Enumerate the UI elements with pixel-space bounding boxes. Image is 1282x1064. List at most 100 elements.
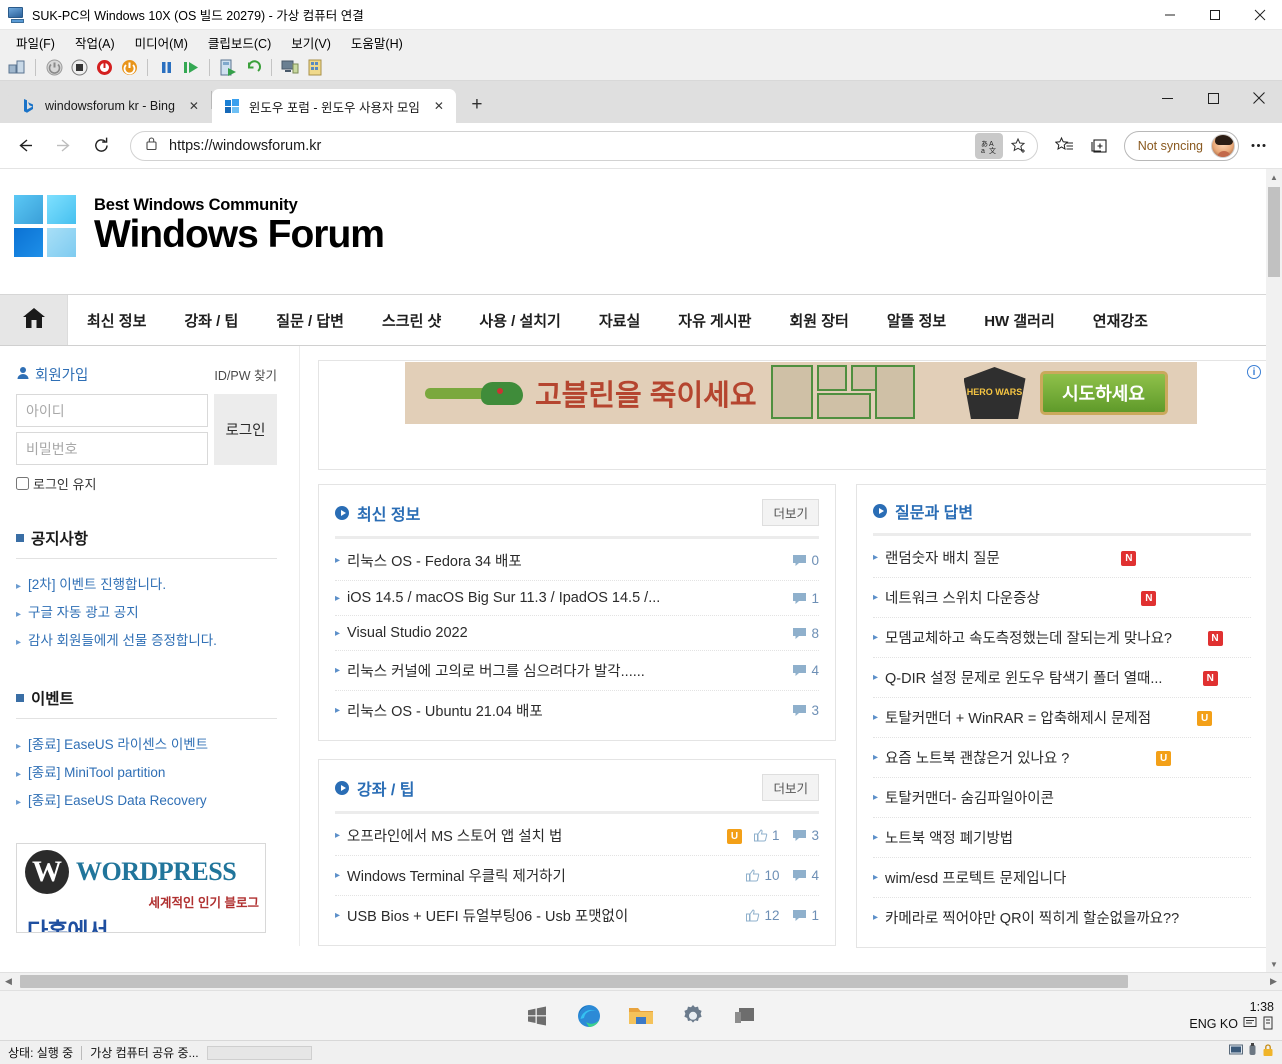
profile-button[interactable]: Not syncing: [1123, 130, 1239, 161]
nav-item-qna[interactable]: 질문 / 답변: [257, 295, 363, 345]
list-item[interactable]: ▸ [종료] MiniTool partition: [16, 757, 277, 785]
vertical-scroll-thumb[interactable]: [1268, 187, 1280, 277]
nav-item-market[interactable]: 회원 장터: [770, 295, 867, 345]
ad-info-icon[interactable]: i: [1247, 365, 1261, 379]
vm-menu-action[interactable]: 작업(A): [65, 31, 125, 54]
vm-menu-help[interactable]: 도움말(H): [341, 31, 413, 54]
settings-icon[interactable]: [678, 1001, 708, 1031]
translate-icon[interactable]: あAa文: [974, 132, 1003, 159]
shutdown-icon[interactable]: [68, 57, 90, 78]
page-vertical-scrollbar[interactable]: ▲ ▼: [1266, 169, 1282, 972]
signup-link[interactable]: 회원가입: [16, 364, 88, 385]
table-row[interactable]: ▸ 토탈커맨더- 숨김파일아이콘: [873, 778, 1251, 818]
horizontal-scroll-thumb[interactable]: [20, 975, 1128, 988]
table-row[interactable]: ▸ 모뎀교체하고 속도측정했는데 잘되는게 맞나요? N: [873, 618, 1251, 658]
collections-icon[interactable]: [1084, 130, 1116, 162]
scroll-down-icon[interactable]: ▼: [1266, 956, 1282, 972]
keyboard-icon[interactable]: [1262, 1016, 1274, 1033]
pause-icon[interactable]: [155, 57, 177, 78]
find-idpw-link[interactable]: ID/PW 찾기: [214, 365, 277, 384]
refresh-button[interactable]: [84, 129, 118, 163]
table-row[interactable]: ▸ Q-DIR 설정 문제로 윈도우 탐색기 폴더 열때... N: [873, 658, 1251, 698]
ime-icon[interactable]: [1243, 1016, 1257, 1033]
table-row[interactable]: ▸ 오프라인에서 MS 스토어 앱 설치 법 U 1 3: [335, 816, 819, 856]
site-logo[interactable]: Best Windows Community Windows Forum: [14, 195, 385, 257]
nav-item-freeboard[interactable]: 자유 게시판: [659, 295, 770, 345]
nav-item-hwgallery[interactable]: HW 갤러리: [965, 295, 1074, 345]
nav-item-tips[interactable]: 강좌 / 팁: [165, 295, 257, 345]
table-row[interactable]: ▸ 요즘 노트북 괜찮은거 있나요 ? U: [873, 738, 1251, 778]
list-item[interactable]: ▸ [종료] EaseUS 라이센스 이벤트: [16, 729, 277, 757]
table-row[interactable]: ▸ 카메라로 찍어야만 QR이 찍히게 할순없을까요??: [873, 898, 1251, 937]
browser-tab-bing[interactable]: windowsforum kr - Bing ✕: [8, 89, 211, 123]
scroll-left-icon[interactable]: ◀: [0, 973, 17, 990]
list-item[interactable]: ▸ [종료] EaseUS Data Recovery: [16, 785, 277, 813]
lock-icon[interactable]: [1262, 1043, 1274, 1062]
screen-icon[interactable]: [1229, 1044, 1243, 1062]
browser-maximize-button[interactable]: [1190, 81, 1236, 115]
horizontal-scroll-track[interactable]: [17, 973, 1265, 990]
start-icon[interactable]: [522, 1001, 552, 1031]
login-button[interactable]: 로그인: [214, 394, 277, 465]
table-row[interactable]: ▸ 랜덤숫자 배치 질문 N: [873, 538, 1251, 578]
turn-off-icon[interactable]: [93, 57, 115, 78]
back-button[interactable]: [8, 129, 42, 163]
power-off-icon[interactable]: [43, 57, 65, 78]
table-row[interactable]: ▸ 리눅스 커널에 고의로 버그를 심으려다가 발각...... 4: [335, 651, 819, 691]
more-button[interactable]: 더보기: [762, 774, 819, 801]
browser-minimize-button[interactable]: [1144, 81, 1190, 115]
table-row[interactable]: ▸ Visual Studio 2022 8: [335, 616, 819, 651]
forward-button[interactable]: [46, 129, 80, 163]
vm-maximize-button[interactable]: [1192, 0, 1237, 30]
address-bar[interactable]: https://windowsforum.kr あAa文: [130, 130, 1038, 161]
more-button[interactable]: 더보기: [762, 499, 819, 526]
browser-tab-windowsforum[interactable]: 윈도우 포럼 - 윈도우 사용자 모임 ✕: [211, 89, 456, 123]
page-horizontal-scrollbar[interactable]: ◀ ▶: [0, 972, 1282, 990]
nav-item-series[interactable]: 연재강조: [1074, 295, 1167, 345]
vm-menu-clipboard[interactable]: 클립보드(C): [198, 31, 281, 54]
nav-item-deals[interactable]: 알뜰 정보: [868, 295, 965, 345]
close-icon[interactable]: ✕: [430, 97, 448, 115]
table-row[interactable]: ▸ 네트워크 스위치 다운증상 N: [873, 578, 1251, 618]
table-row[interactable]: ▸ Windows Terminal 우클릭 제거하기 10 4: [335, 856, 819, 896]
clock[interactable]: 1:38: [1250, 1000, 1274, 1014]
nav-item-usage[interactable]: 사용 / 설치기: [460, 295, 580, 345]
vm-menu-media[interactable]: 미디어(M): [125, 31, 198, 54]
advertisement-banner[interactable]: 고블린을 죽이세요 HERO WARS 시도하세요 i: [318, 360, 1268, 470]
scroll-right-icon[interactable]: ▶: [1265, 973, 1282, 990]
list-item[interactable]: ▸ [2차] 이벤트 진행합니다.: [16, 569, 277, 597]
usb-icon[interactable]: [1248, 1043, 1257, 1062]
nav-item-screenshot[interactable]: 스크린 샷: [363, 295, 460, 345]
vm-menu-view[interactable]: 보기(V): [281, 31, 341, 54]
table-row[interactable]: ▸ 토탈커맨더 + WinRAR = 압축해제시 문제점 U: [873, 698, 1251, 738]
list-item[interactable]: ▸ 구글 자동 광고 공지: [16, 597, 277, 625]
nav-item-latest[interactable]: 최신 정보: [68, 295, 165, 345]
table-row[interactable]: ▸ 노트북 액정 폐기방법: [873, 818, 1251, 858]
settings-icon[interactable]: [304, 57, 326, 78]
close-icon[interactable]: ✕: [185, 97, 203, 115]
ad-cta-button[interactable]: 시도하세요: [1039, 371, 1168, 415]
table-row[interactable]: ▸ 리눅스 OS - Ubuntu 21.04 배포 3: [335, 691, 819, 730]
login-id-input[interactable]: [16, 394, 208, 427]
connect-icon[interactable]: [279, 57, 301, 78]
resume-icon[interactable]: [180, 57, 202, 78]
vm-close-button[interactable]: [1237, 0, 1282, 30]
table-row[interactable]: ▸ USB Bios + UEFI 듀얼부팅06 - Usb 포맷없이 12 1: [335, 896, 819, 935]
thumbnail-icon[interactable]: [6, 57, 28, 78]
scroll-up-icon[interactable]: ▲: [1266, 169, 1282, 185]
settings-more-icon[interactable]: [1242, 130, 1274, 162]
vm-minimize-button[interactable]: [1147, 0, 1192, 30]
checkpoint-icon[interactable]: [217, 57, 239, 78]
task-view-icon[interactable]: [730, 1001, 760, 1031]
favorite-star-icon[interactable]: [1005, 133, 1033, 159]
favorites-list-icon[interactable]: [1049, 130, 1081, 162]
wordpress-banner[interactable]: W WORDPRESS 세계적인 인기 블로그 다홍에서: [16, 843, 266, 933]
keep-login-checkbox[interactable]: [16, 477, 29, 490]
sidebar-item-home[interactable]: [0, 295, 68, 345]
login-password-input[interactable]: [16, 432, 208, 465]
file-explorer-icon[interactable]: [626, 1001, 656, 1031]
revert-icon[interactable]: [242, 57, 264, 78]
nav-item-archive[interactable]: 자료실: [580, 295, 659, 345]
keep-login-row[interactable]: 로그인 유지: [16, 474, 277, 493]
table-row[interactable]: ▸ wim/esd 프로텍트 문제입니다: [873, 858, 1251, 898]
